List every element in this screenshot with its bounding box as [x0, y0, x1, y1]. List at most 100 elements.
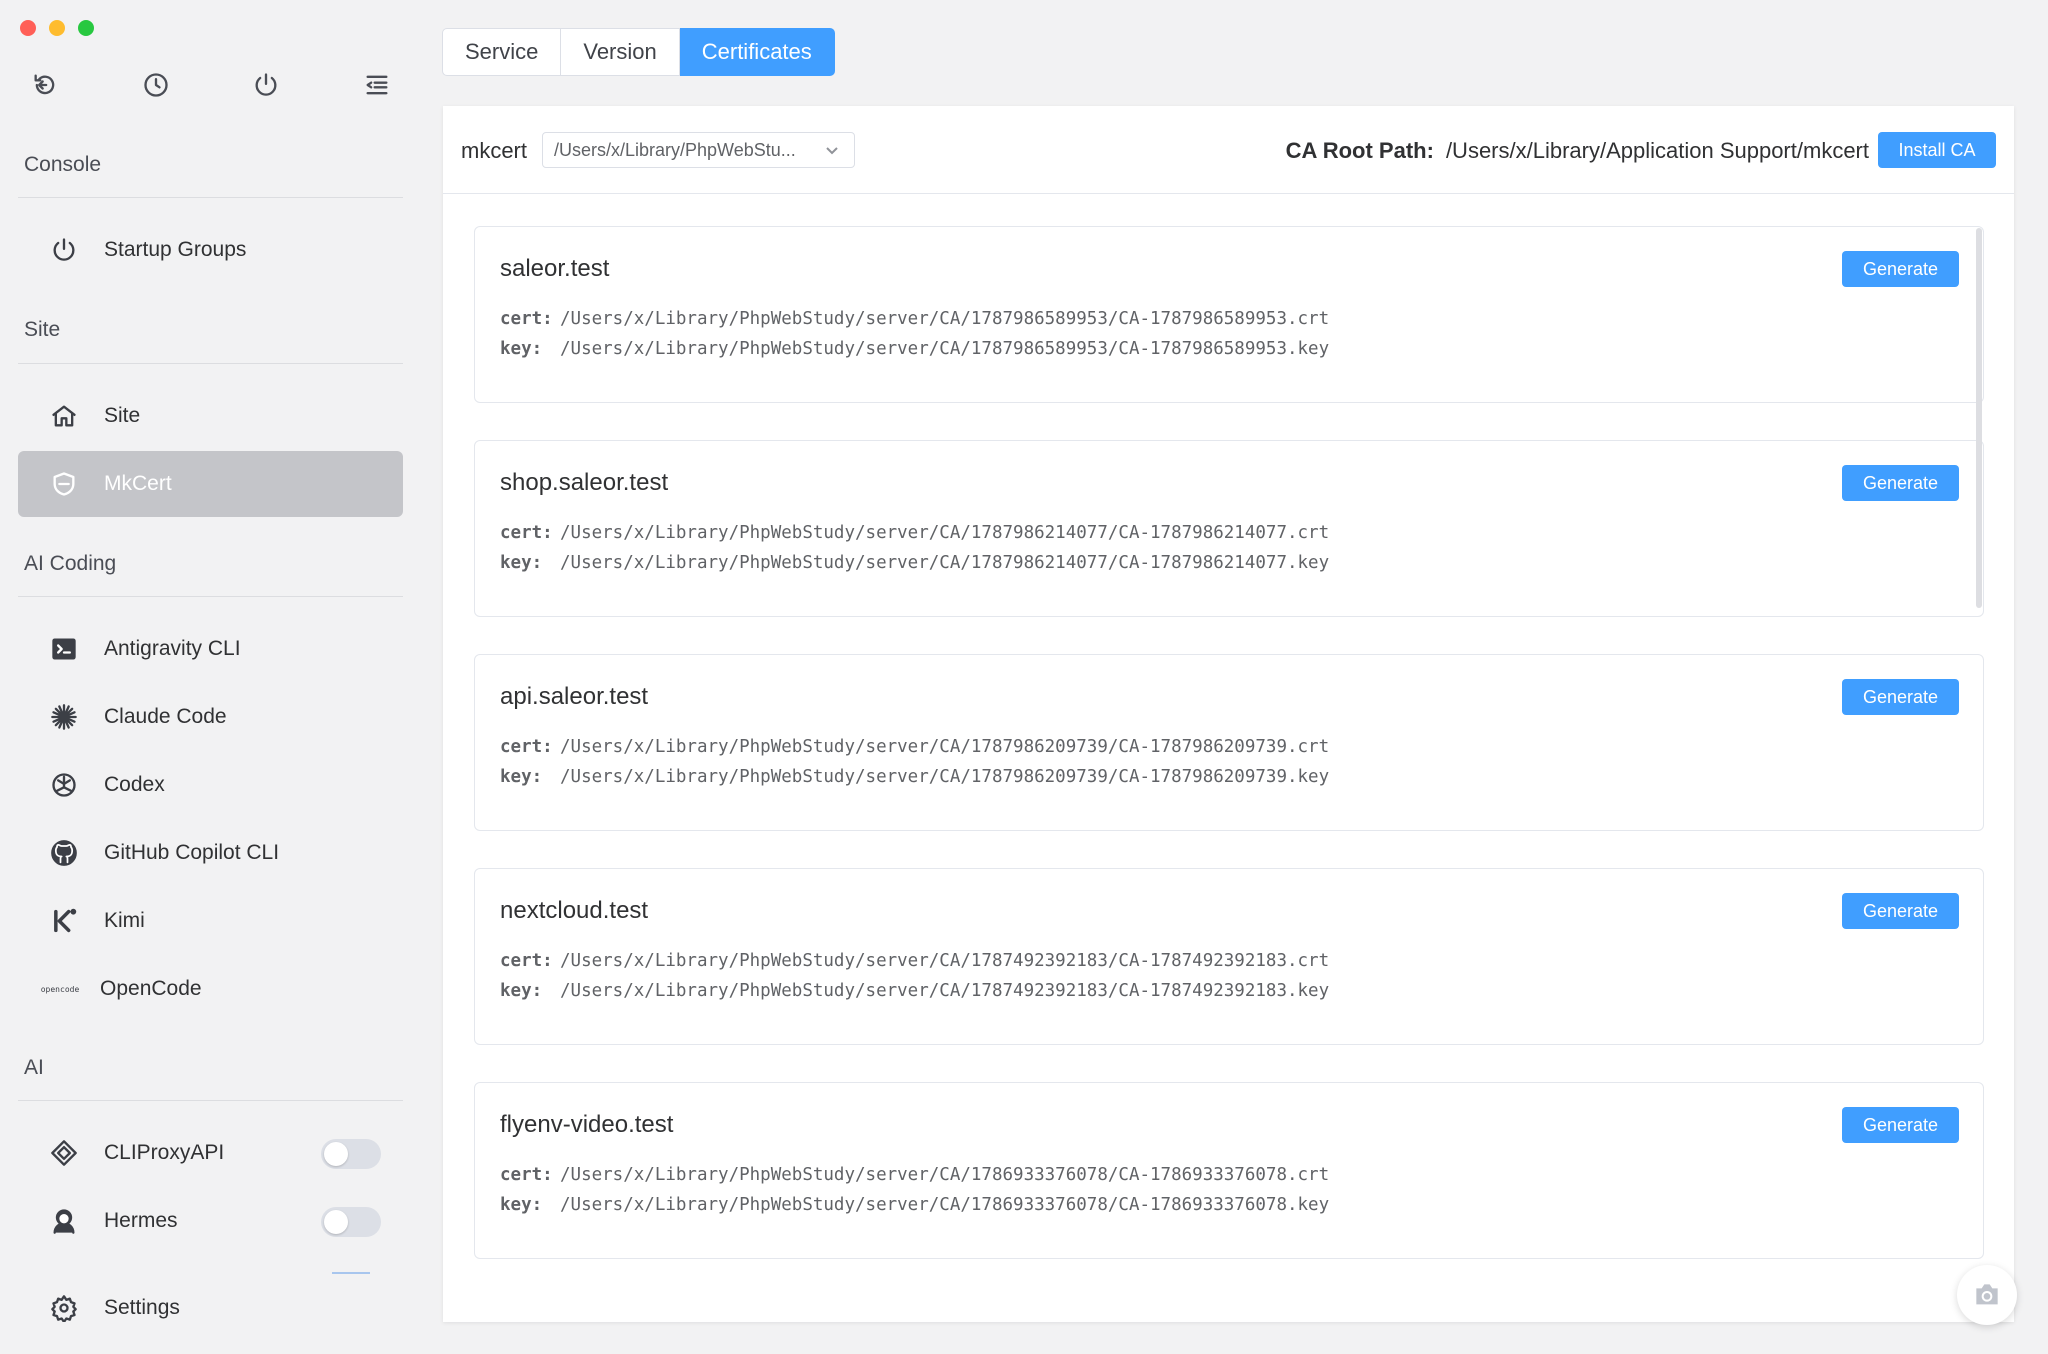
screenshot-button[interactable]	[1957, 1265, 2017, 1325]
sidebar-item-label: Claude Code	[104, 705, 227, 728]
camera-icon	[1971, 1279, 2003, 1311]
chevron-down-icon	[824, 142, 840, 158]
certificate-host: saleor.test	[500, 255, 610, 282]
cert-path-row: cert: /Users/x/Library/PhpWebStudy/server…	[500, 951, 1329, 971]
generate-button[interactable]: Generate	[1842, 679, 1959, 715]
cert-path-row: cert: /Users/x/Library/PhpWebStudy/server…	[500, 309, 1329, 329]
key-path: /Users/x/Library/PhpWebStudy/server/CA/1…	[560, 981, 1330, 1001]
generate-button[interactable]: Generate	[1842, 465, 1959, 501]
ca-root-label: CA Root Path:	[1285, 138, 1434, 163]
certificate-card: shop.saleor.test Generate cert: /Users/x/…	[474, 440, 1984, 617]
key-path-row: key: /Users/x/Library/PhpWebStudy/server/…	[500, 339, 1329, 359]
sidebar-item-label: Site	[104, 404, 141, 427]
home-icon	[48, 400, 80, 432]
tab-version[interactable]: Version	[561, 28, 680, 76]
key-path-row: key: /Users/x/Library/PhpWebStudy/server/…	[500, 553, 1329, 573]
cert-path: /Users/x/Library/PhpWebStudy/server/CA/1…	[560, 1165, 1330, 1185]
zoom-window-button[interactable]	[78, 20, 94, 36]
terminal-icon	[48, 633, 80, 665]
menu-fold-icon[interactable]	[360, 68, 394, 102]
section-console: Console	[24, 153, 102, 176]
certificate-card: api.saleor.test Generate cert: /Users/x/L…	[474, 654, 1984, 831]
sidebar-item-label: Antigravity CLI	[104, 637, 241, 660]
minimize-window-button[interactable]	[49, 20, 65, 36]
gear-icon	[48, 1292, 80, 1324]
sidebar-item-hermes[interactable]: Hermes	[18, 1188, 403, 1254]
back-icon[interactable]	[28, 68, 62, 102]
mkcert-path-select[interactable]: /Users/x/Library/PhpWebStu...	[542, 132, 855, 168]
sidebar-item-label: Codex	[104, 773, 165, 796]
generate-button[interactable]: Generate	[1842, 893, 1959, 929]
hermes-toggle[interactable]	[321, 1207, 381, 1237]
sidebar-item-claude-code[interactable]: Claude Code	[18, 684, 403, 750]
clock-icon[interactable]	[139, 68, 173, 102]
sidebar-item-opencode[interactable]: opencode OpenCode	[18, 956, 403, 1022]
section-ai: AI	[24, 1056, 44, 1079]
certificate-host: nextcloud.test	[500, 897, 649, 924]
ssl-shield-icon	[48, 468, 80, 500]
cert-label: cert:	[500, 951, 553, 971]
hermes-avatar-icon	[48, 1205, 80, 1237]
app-window: Console Startup Groups Site Site MkCert …	[0, 0, 2048, 1354]
sidebar-item-mkcert[interactable]: MkCert	[18, 451, 403, 517]
sidebar-item-label: MkCert	[104, 472, 172, 495]
key-path-row: key: /Users/x/Library/PhpWebStudy/server/…	[500, 981, 1329, 1001]
mkcert-label: mkcert	[461, 138, 527, 163]
power-icon[interactable]	[249, 68, 283, 102]
sidebar-item-label: CLIProxyAPI	[104, 1141, 225, 1164]
sidebar-item-settings[interactable]: Settings	[18, 1275, 403, 1341]
certificate-host: api.saleor.test	[500, 683, 649, 710]
generate-button[interactable]: Generate	[1842, 1107, 1959, 1143]
sidebar-toolbar	[28, 68, 394, 102]
key-label: key:	[500, 1195, 543, 1215]
sidebar-item-kimi[interactable]: Kimi	[18, 888, 403, 954]
section-ai-coding: AI Coding	[24, 552, 117, 575]
key-path: /Users/x/Library/PhpWebStudy/server/CA/1…	[560, 767, 1330, 787]
tab-bar: Service Version Certificates	[442, 28, 835, 76]
certificate-card: nextcloud.test Generate cert: /Users/x/Li…	[474, 868, 1984, 1045]
sidebar-item-github-copilot[interactable]: GitHub Copilot CLI	[18, 820, 403, 886]
sidebar-item-startup-groups[interactable]: Startup Groups	[18, 217, 403, 283]
sidebar-item-site[interactable]: Site	[18, 383, 403, 449]
diamond-logo-icon	[48, 1137, 80, 1169]
sidebar-item-label: OpenCode	[100, 977, 202, 1000]
claude-burst-icon	[48, 701, 80, 733]
tab-service[interactable]: Service	[442, 28, 562, 76]
certificate-card: saleor.test Generate cert: /Users/x/Libra…	[474, 226, 1984, 403]
key-path-row: key: /Users/x/Library/PhpWebStudy/server/…	[500, 1195, 1329, 1215]
key-path-row: key: /Users/x/Library/PhpWebStudy/server/…	[500, 767, 1329, 787]
close-window-button[interactable]	[20, 20, 36, 36]
section-site: Site	[24, 318, 61, 341]
key-label: key:	[500, 767, 543, 787]
key-path: /Users/x/Library/PhpWebStudy/server/CA/1…	[560, 553, 1330, 573]
opencode-logo-icon: opencode	[40, 984, 80, 994]
cert-path: /Users/x/Library/PhpWebStudy/server/CA/1…	[560, 309, 1330, 329]
sidebar-item-label: GitHub Copilot CLI	[104, 841, 280, 864]
sidebar-item-label: Settings	[104, 1296, 180, 1319]
sidebar-item-codex[interactable]: Codex	[18, 752, 403, 818]
divider	[18, 1100, 403, 1101]
sidebar-item-antigravity[interactable]: Antigravity CLI	[18, 616, 403, 682]
certificates-panel: mkcert /Users/x/Library/PhpWebStu... CA …	[443, 106, 2014, 1322]
window-controls	[20, 20, 94, 36]
certificate-card: flyenv-video.test Generate cert: /Users/x…	[474, 1082, 1984, 1259]
generate-button[interactable]: Generate	[1842, 251, 1959, 287]
cert-path: /Users/x/Library/PhpWebStudy/server/CA/1…	[560, 737, 1330, 757]
tab-certificates[interactable]: Certificates	[679, 28, 835, 76]
certificate-host: flyenv-video.test	[500, 1111, 674, 1138]
key-label: key:	[500, 339, 543, 359]
certificate-host: shop.saleor.test	[500, 469, 669, 496]
ca-root-value: /Users/x/Library/Application Support/mkc…	[1445, 138, 1869, 163]
key-path: /Users/x/Library/PhpWebStudy/server/CA/1…	[560, 1195, 1330, 1215]
cert-label: cert:	[500, 1165, 553, 1185]
sidebar-item-cliproxyapi[interactable]: CLIProxyAPI	[18, 1120, 403, 1186]
kimi-icon	[48, 905, 80, 937]
openai-icon	[48, 769, 80, 801]
install-ca-button[interactable]: Install CA	[1878, 132, 1996, 168]
divider	[18, 596, 403, 597]
list-scrollbar[interactable]	[1976, 228, 1982, 608]
cliproxyapi-toggle[interactable]	[321, 1139, 381, 1169]
cert-path-row: cert: /Users/x/Library/PhpWebStudy/server…	[500, 1165, 1329, 1185]
divider	[18, 363, 403, 364]
power-icon	[48, 234, 80, 266]
